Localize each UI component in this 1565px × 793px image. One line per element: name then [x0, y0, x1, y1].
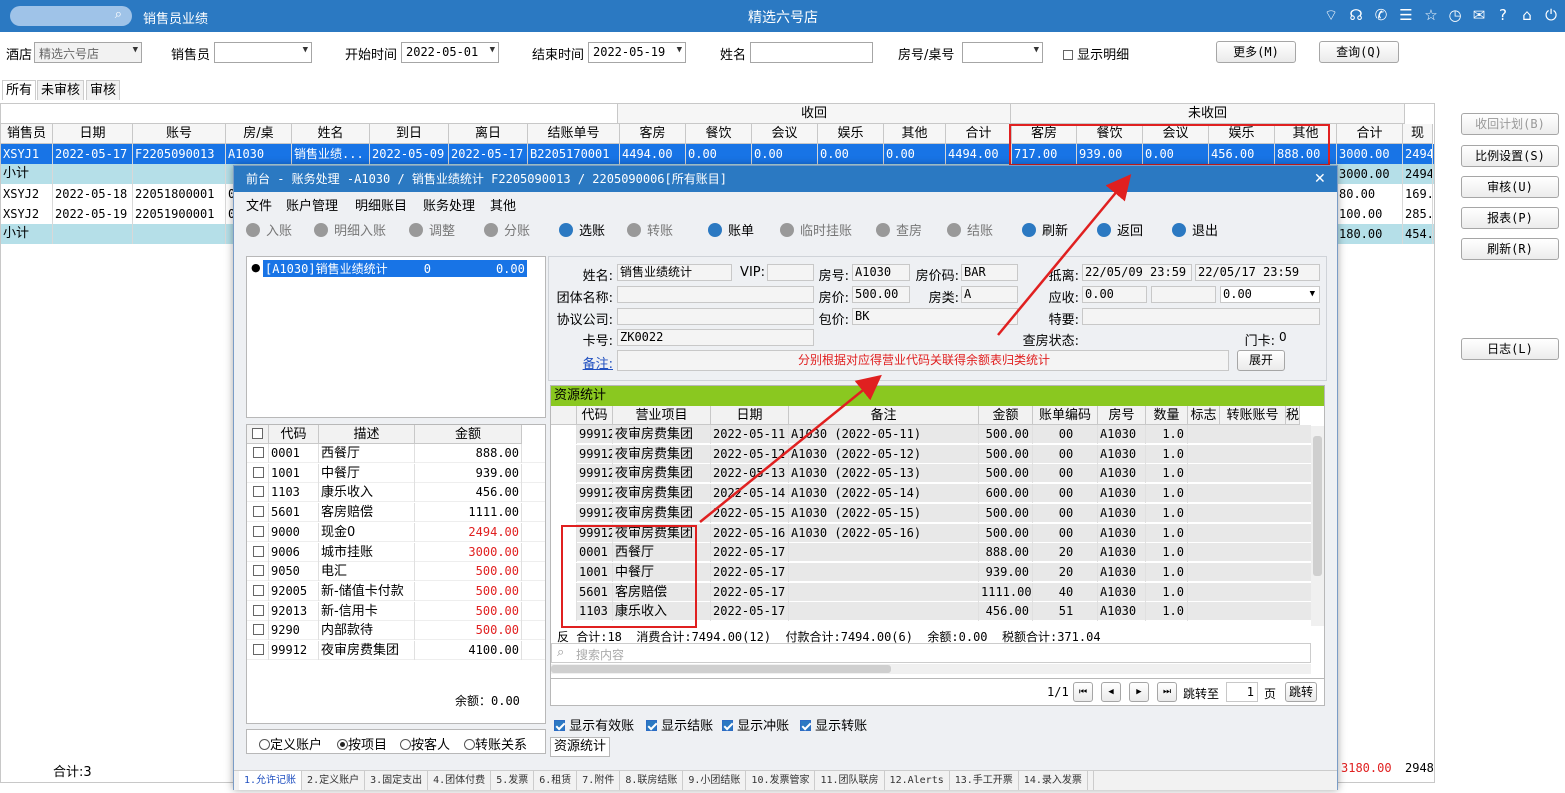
arrow-to-grid: [997, 174, 1132, 336]
arrow-to-note: [699, 374, 882, 523]
annotation-arrows: [699, 174, 1132, 523]
